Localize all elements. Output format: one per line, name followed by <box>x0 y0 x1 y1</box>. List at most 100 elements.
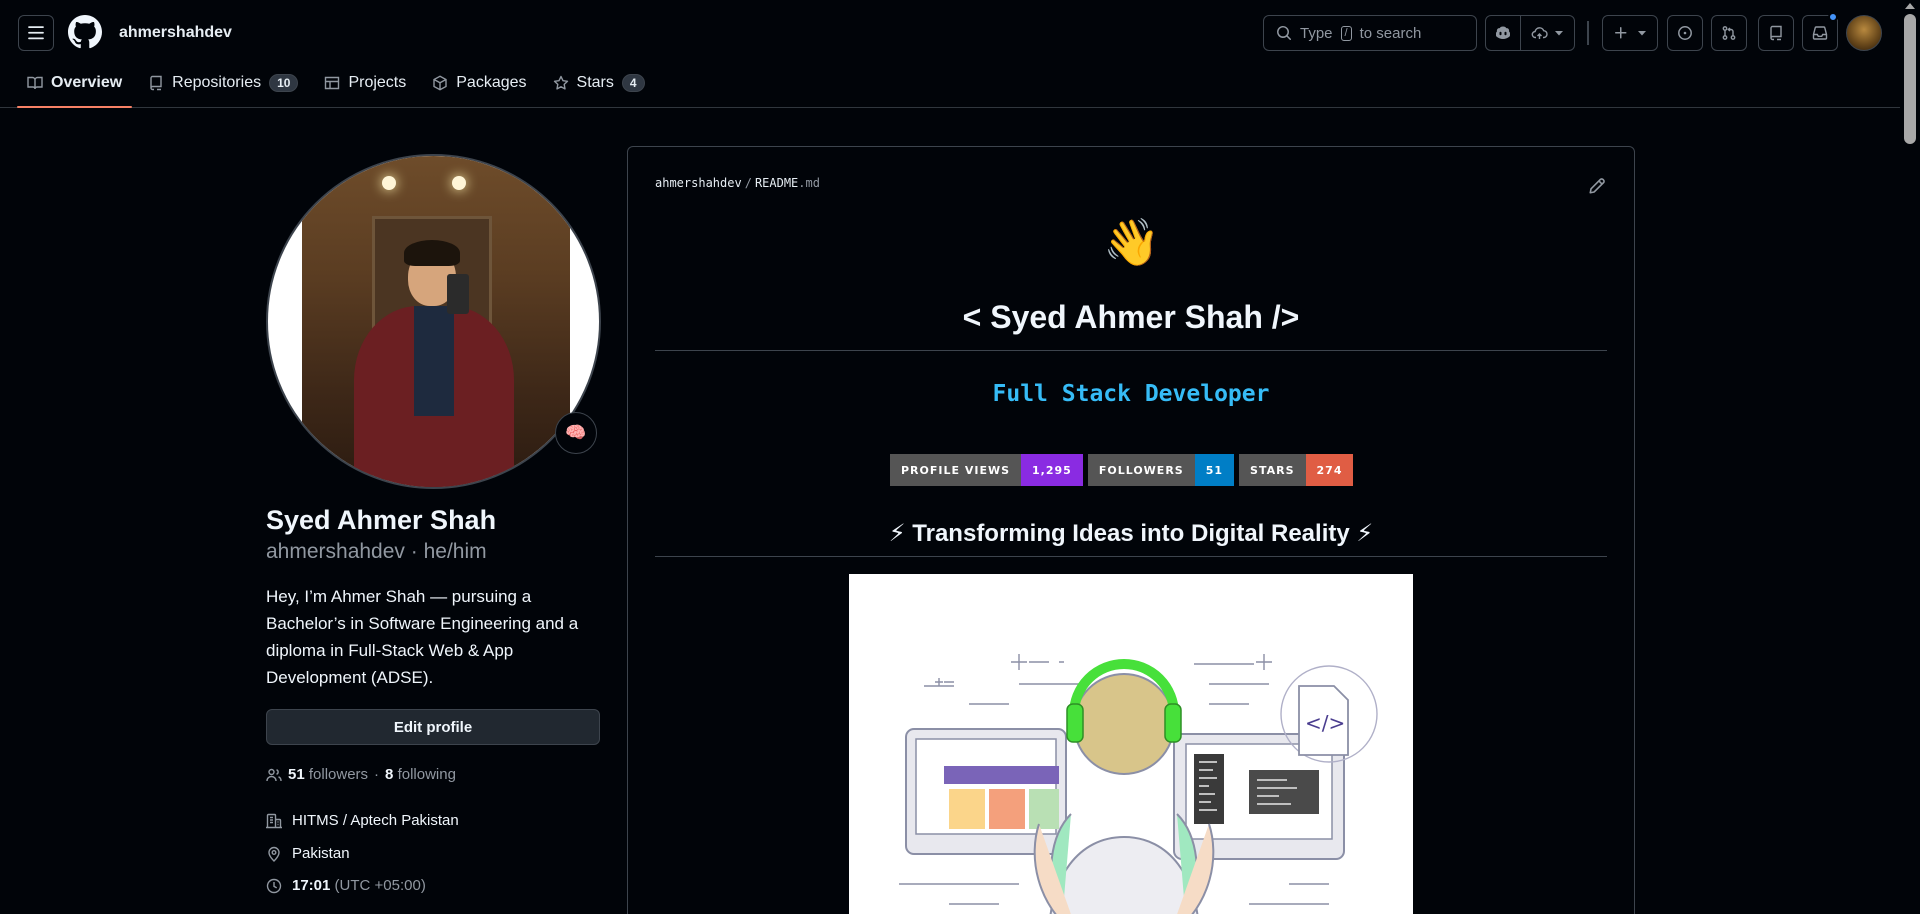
code-tag-text: </> <box>1305 711 1345 735</box>
organization-row: HITMS / Aptech Pakistan <box>266 812 459 829</box>
followers-count: 51 <box>288 766 305 783</box>
repositories-button[interactable] <box>1758 15 1794 51</box>
copilot-dropdown-button[interactable] <box>1521 16 1574 50</box>
profile-bio: Hey, I’m Ahmer Shah — pursuing a Bachelo… <box>266 587 579 687</box>
following-label: following <box>397 766 456 783</box>
profile-views-badge[interactable]: PROFILE VIEWS 1,295 <box>890 454 1083 486</box>
tab-label: Repositories <box>172 74 262 91</box>
avatar-photo <box>302 156 570 487</box>
inbox-icon <box>1812 26 1828 40</box>
tab-projects[interactable]: Projects <box>314 66 416 100</box>
photo-phone <box>447 274 469 314</box>
scroll-up-arrow-icon[interactable] <box>1905 3 1915 9</box>
tab-label: Packages <box>456 74 527 91</box>
package-icon <box>433 75 447 91</box>
badge-label: STARS <box>1239 454 1306 486</box>
readme-file-ext: .md <box>798 176 820 190</box>
pull-requests-button[interactable] <box>1711 15 1747 51</box>
search-input[interactable]: Type / to search <box>1263 15 1477 51</box>
repositories-count: 10 <box>269 74 299 92</box>
tab-overview[interactable]: Overview <box>17 66 133 108</box>
copilot-button[interactable] <box>1486 16 1522 50</box>
stats-badges: PROFILE VIEWS 1,295 FOLLOWERS 51 STARS 2… <box>890 454 1354 486</box>
page-scrollbar[interactable] <box>1900 0 1920 914</box>
clock-icon <box>266 878 282 893</box>
local-time-value: 17:01 <box>292 877 331 894</box>
local-time-row: 17:01 (UTC +05:00) <box>266 877 426 894</box>
cloud-icon <box>1531 27 1548 39</box>
book-icon <box>27 76 43 90</box>
edit-readme-pencil-icon[interactable] <box>1588 177 1606 195</box>
profile-tabs: Overview Repositories 10 Projects Packag… <box>17 66 661 108</box>
search-icon <box>1277 26 1292 41</box>
badge-value: 1,295 <box>1021 454 1083 486</box>
tab-stars[interactable]: Stars 4 <box>543 66 655 100</box>
followers-link[interactable]: 51 followers <box>288 766 368 783</box>
copilot-icon <box>1496 26 1511 39</box>
photo-hair <box>404 240 460 266</box>
profile-avatar[interactable] <box>266 154 601 489</box>
readme-file-link[interactable]: README.md <box>755 176 820 190</box>
followers-badge[interactable]: FOLLOWERS 51 <box>1087 454 1235 486</box>
photo-light <box>382 176 396 190</box>
tab-label: Stars <box>576 74 614 91</box>
readme-owner-link[interactable]: ahmershahdev <box>655 176 742 190</box>
header-divider <box>1587 21 1589 45</box>
hamburger-icon <box>28 26 44 40</box>
location-row: Pakistan <box>266 845 350 862</box>
table-icon <box>325 76 340 90</box>
tab-repositories[interactable]: Repositories 10 <box>138 66 308 100</box>
tab-packages[interactable]: Packages <box>422 66 536 100</box>
repo-icon <box>150 75 162 91</box>
chevron-down-icon <box>1638 31 1646 36</box>
edit-profile-button[interactable]: Edit profile <box>266 709 600 745</box>
follow-stats: 51 followers · 8 following <box>266 766 456 783</box>
organization-text: HITMS / Aptech Pakistan <box>292 812 459 829</box>
profile-readme-card: ahmershahdev / README.md 👋 < Syed Ahmer Sh… <box>627 146 1635 914</box>
tab-label: Projects <box>348 74 407 91</box>
chevron-down-icon <box>1555 31 1564 36</box>
profile-full-name: Syed Ahmer Shah <box>266 505 497 535</box>
app-header: ahmershahdev Type / to search Overview R… <box>0 0 1900 108</box>
github-logo-icon[interactable] <box>68 15 102 49</box>
people-icon <box>266 768 282 781</box>
brain-emoji-icon: 🧠 <box>565 423 587 442</box>
user-avatar-button[interactable] <box>1846 15 1882 51</box>
badge-value: 51 <box>1194 454 1235 486</box>
search-shortcut-key: / <box>1340 25 1352 41</box>
stars-count: 4 <box>621 74 645 92</box>
search-suffix: to search <box>1359 24 1422 42</box>
developer-illustration: </> <box>849 574 1413 914</box>
following-link[interactable]: 8 following <box>385 766 456 783</box>
issue-opened-icon <box>1678 26 1692 40</box>
location-icon <box>268 846 280 862</box>
local-time: 17:01 (UTC +05:00) <box>292 877 426 894</box>
followers-label: followers <box>308 766 369 783</box>
notification-indicator <box>1828 12 1838 22</box>
separator-dot: · <box>374 766 380 783</box>
illustration-svg: </> <box>899 654 1378 914</box>
status-button[interactable]: 🧠 <box>555 412 597 454</box>
timezone-text: (UTC +05:00) <box>334 877 426 894</box>
plus-icon <box>1615 27 1627 39</box>
profile-login: ahmershahdev · he/him <box>266 540 487 563</box>
photo-shirt <box>414 306 454 416</box>
readme-subtitle: Full Stack Developer <box>992 381 1270 407</box>
title-divider <box>655 350 1607 351</box>
badge-label: PROFILE VIEWS <box>890 454 1022 486</box>
location-text: Pakistan <box>292 845 350 862</box>
scrollbar-thumb[interactable] <box>1904 14 1916 144</box>
badge-value: 274 <box>1305 454 1354 486</box>
search-prefix: Type <box>1300 24 1333 42</box>
copilot-button-group <box>1485 15 1575 51</box>
issues-button[interactable] <box>1667 15 1703 51</box>
tagline-divider <box>655 556 1607 557</box>
photo-light <box>452 176 466 190</box>
menu-button[interactable] <box>18 15 54 51</box>
context-owner-link[interactable]: ahmershahdev <box>119 24 232 42</box>
star-icon <box>553 75 568 90</box>
stars-badge[interactable]: STARS 274 <box>1239 454 1354 486</box>
create-new-button[interactable] <box>1602 15 1658 51</box>
following-count: 8 <box>385 766 394 783</box>
readme-path: ahmershahdev / README.md <box>655 176 820 190</box>
